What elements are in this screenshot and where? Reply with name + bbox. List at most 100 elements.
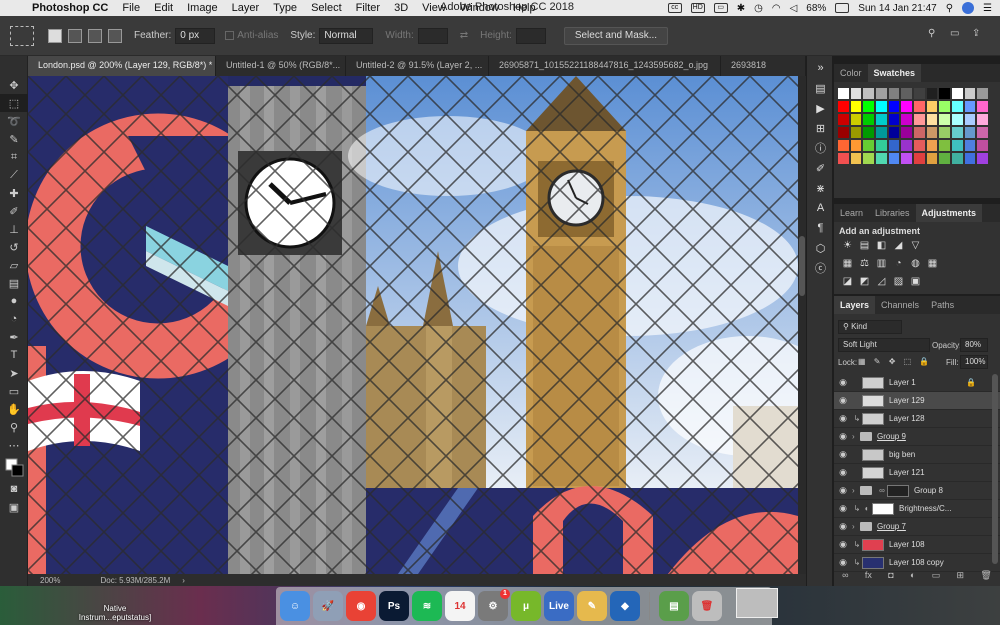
swatch[interactable] [876, 127, 887, 138]
height-input[interactable] [515, 27, 546, 44]
collapse-icon[interactable]: » [807, 58, 834, 78]
swatch[interactable] [914, 101, 925, 112]
dodge-tool-icon[interactable]: ◔ [0, 310, 28, 328]
swatch[interactable] [964, 114, 976, 125]
3d-panel-icon[interactable]: ⬡ [807, 238, 834, 258]
layer-row[interactable]: ◉ big ben [834, 446, 1000, 464]
marquee-tool-icon[interactable]: ⬚ [0, 94, 28, 112]
brushes-panel-icon[interactable]: ⋇ [807, 178, 834, 198]
layer-thumbnail[interactable] [862, 376, 884, 389]
app-menu[interactable]: Photoshop CC [32, 2, 108, 14]
intersect-selection-button[interactable] [108, 28, 122, 43]
swatch[interactable] [888, 101, 900, 112]
pen-tool-icon[interactable]: ✒ [0, 328, 28, 346]
path-select-tool-icon[interactable]: ➤ [0, 364, 28, 382]
wifi-icon[interactable]: ◠ [772, 3, 781, 14]
swatch[interactable] [876, 88, 887, 99]
visibility-eye-icon[interactable]: ◉ [834, 431, 852, 442]
swatch[interactable] [926, 88, 938, 99]
more-tools-icon[interactable]: ⋯ [0, 436, 28, 454]
swatch[interactable] [977, 140, 989, 151]
fx-icon[interactable]: fx [865, 570, 872, 580]
lock-icons[interactable]: ▦ ✎ ✥ ⬚ 🔒 [858, 357, 932, 366]
swatch[interactable] [939, 101, 951, 112]
zoom-tool-icon[interactable]: ⚲ [0, 418, 28, 436]
eraser-tool-icon[interactable]: ▱ [0, 256, 28, 274]
adjustment-icon[interactable]: ▥ [876, 258, 887, 269]
tab-paths[interactable]: Paths [925, 296, 960, 314]
swatch[interactable] [964, 140, 976, 151]
swatch[interactable] [888, 153, 900, 164]
swatch[interactable] [914, 140, 925, 151]
move-tool-icon[interactable]: ✥ [0, 76, 28, 94]
swatch[interactable] [977, 153, 989, 164]
swatch[interactable] [876, 140, 887, 151]
tab-2693818[interactable]: 2693818 [721, 56, 806, 76]
adjustment-icon[interactable]: ▤ [859, 240, 870, 251]
adjustment-icon[interactable]: ◿ [876, 276, 887, 287]
history-brush-icon[interactable]: ↺ [0, 238, 28, 256]
new-layer-icon[interactable]: ⊞ [957, 570, 965, 581]
swatch[interactable] [964, 101, 976, 112]
swatch[interactable] [977, 114, 989, 125]
dock-live-icon[interactable]: Live [544, 591, 574, 621]
swatch[interactable] [964, 127, 976, 138]
fill-input[interactable]: 100% [960, 355, 988, 369]
paragraph-styles-icon[interactable]: A [807, 198, 834, 218]
swatch[interactable] [964, 153, 976, 164]
zoom-level[interactable]: 200% [40, 576, 60, 585]
menu-image[interactable]: Image [187, 2, 218, 14]
history-panel-icon[interactable]: ▤ [807, 78, 834, 98]
bluetooth-icon[interactable]: ✱ [737, 3, 745, 14]
swatch[interactable] [964, 88, 976, 99]
swatch[interactable] [952, 140, 963, 151]
tab-london[interactable]: London.psd @ 200% (Layer 129, RGB/8*) * [28, 56, 216, 76]
tab-jpg[interactable]: 26905871_10155221188447816_1243595682_o.… [489, 56, 721, 76]
swatch[interactable] [939, 153, 951, 164]
swatch[interactable] [838, 153, 849, 164]
swatch[interactable] [850, 140, 862, 151]
swatch[interactable] [914, 114, 925, 125]
battery-icon[interactable] [835, 3, 850, 13]
hd-icon[interactable]: HD [690, 3, 705, 13]
swatch[interactable] [952, 127, 963, 138]
rectangular-marquee-preset-icon[interactable] [10, 25, 34, 46]
search-icon[interactable]: ⚲ [946, 3, 953, 14]
swatch[interactable] [939, 127, 951, 138]
dock-spotify-icon[interactable]: ≋ [412, 591, 442, 621]
swatch[interactable] [863, 101, 875, 112]
gradient-tool-icon[interactable]: ▤ [0, 274, 28, 292]
new-selection-button[interactable] [48, 28, 62, 43]
adjustment-icon[interactable]: ◧ [876, 240, 887, 251]
screen-mode-icon[interactable]: ▣ [0, 498, 28, 516]
color-swatches-icon[interactable] [0, 454, 28, 480]
menu-file[interactable]: File [122, 2, 140, 14]
search-icon[interactable]: ⚲ [928, 28, 942, 42]
swatch[interactable] [850, 101, 862, 112]
share-icon[interactable]: ⇪ [972, 28, 986, 42]
visibility-eye-icon[interactable]: ◉ [834, 539, 852, 550]
visibility-eye-icon[interactable]: ◉ [834, 521, 852, 532]
volume-icon[interactable]: ◁ [790, 3, 798, 14]
tab-learn[interactable]: Learn [834, 204, 869, 222]
tab-swatches[interactable]: Swatches [867, 64, 922, 82]
swatch[interactable] [850, 153, 862, 164]
dock-textedit-icon[interactable]: ✎ [577, 591, 607, 621]
swatch[interactable] [939, 140, 951, 151]
swatch[interactable] [888, 140, 900, 151]
layer-row[interactable]: ◉ Layer 121 [834, 464, 1000, 482]
swatch[interactable] [939, 114, 951, 125]
hand-tool-icon[interactable]: ✋ [0, 400, 28, 418]
dock-calendar-icon[interactable]: 14 [445, 591, 475, 621]
menu-layer[interactable]: Layer [232, 2, 260, 14]
dock-launchpad-icon[interactable]: 🚀 [313, 591, 343, 621]
adjustment-icon[interactable]: ⚖ [859, 258, 870, 269]
adjustment-icon[interactable]: ▨ [893, 276, 904, 287]
swatch[interactable] [901, 88, 913, 99]
visibility-eye-icon[interactable]: ◉ [834, 557, 852, 568]
dock-trash-icon[interactable]: 🗑 [692, 591, 722, 621]
blend-mode-select[interactable]: Soft Light [838, 338, 930, 352]
swatch[interactable] [977, 127, 989, 138]
tab-untitled-2[interactable]: Untitled-2 @ 91.5% (Layer 2, ... [346, 56, 489, 76]
layer-row[interactable]: ◉ › ∞ Group 8 [834, 482, 1000, 500]
